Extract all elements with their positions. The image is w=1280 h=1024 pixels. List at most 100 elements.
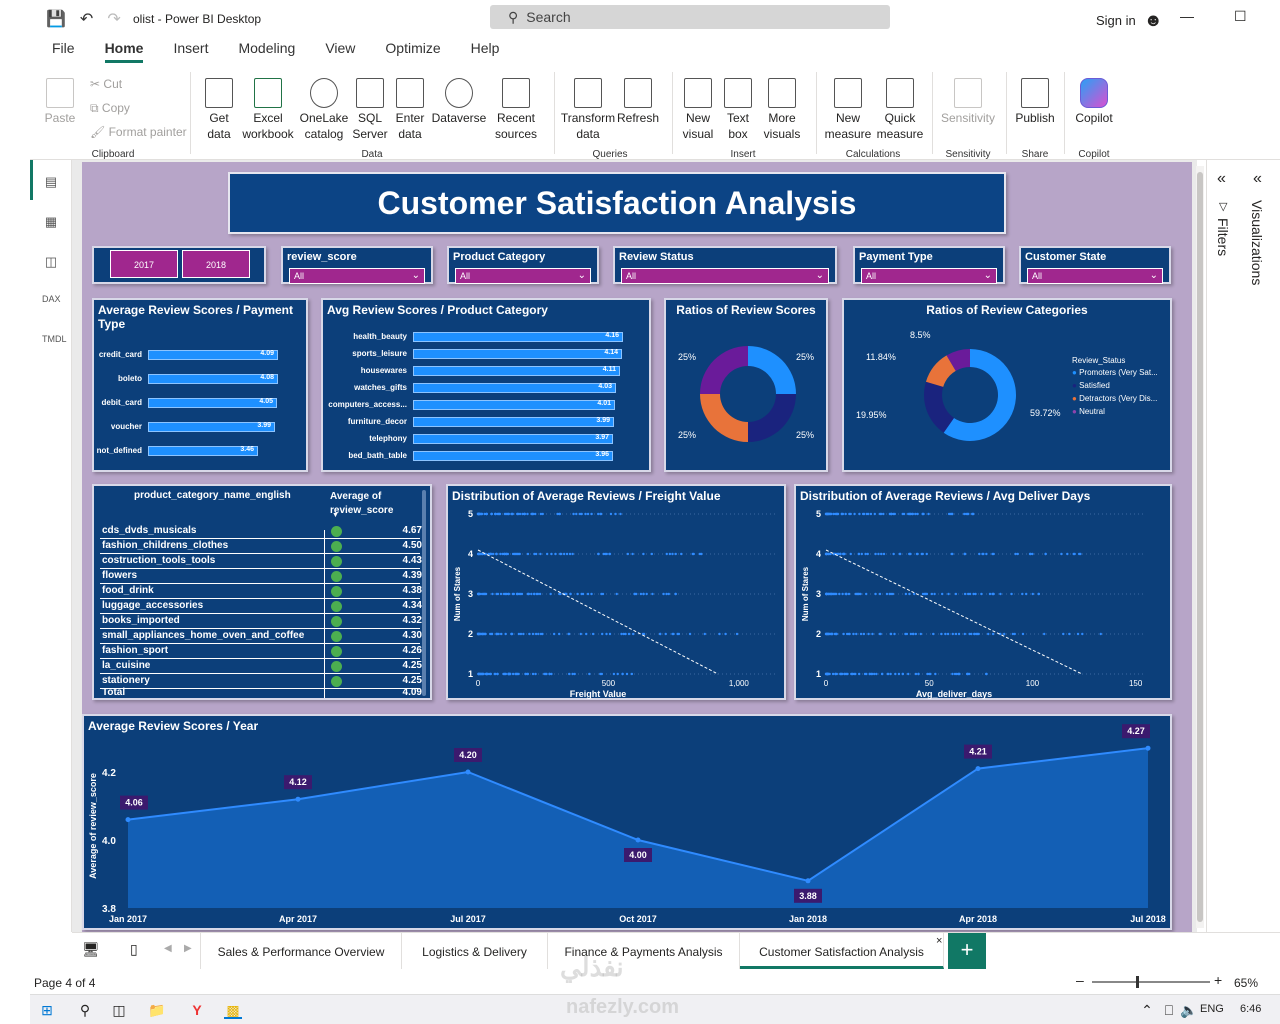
scatter-point[interactable] [609,512,613,516]
scatter-point[interactable] [991,552,994,556]
scatter-point[interactable] [947,592,950,596]
scatter-point[interactable] [490,512,494,516]
scatter-point[interactable] [495,632,498,636]
undo-icon[interactable]: ↶ [80,9,93,29]
scatter-point[interactable] [691,552,694,556]
scatter-point[interactable] [860,552,863,556]
table-row[interactable]: luggage_accessories 4.34 [100,599,422,614]
copy-button[interactable]: ⧉ Copy [90,100,130,116]
scatter-point[interactable] [901,672,905,676]
scatter-point[interactable] [599,512,603,516]
scatter-point[interactable] [940,632,943,636]
scatter-point[interactable] [493,672,496,676]
bar[interactable]: 4.16 [413,332,623,342]
scatter-point[interactable] [597,552,600,556]
scatter-point[interactable] [925,552,928,556]
dax-view-icon[interactable]: DAX [42,294,61,310]
language-indicator[interactable]: ENG [1200,1003,1224,1015]
scatter-point[interactable] [585,632,588,636]
legend-item[interactable]: ● Neutral [1072,407,1158,416]
scatter-point[interactable] [1068,632,1071,636]
tab-sales[interactable]: Sales & Performance Overview [200,933,402,969]
scatter-point[interactable] [966,592,970,596]
enter-data-button[interactable]: Enter data [392,78,428,142]
paste-button[interactable]: Paste [42,78,78,126]
model-view-icon[interactable]: ◫ [42,254,60,270]
scatter-point[interactable] [908,592,911,596]
scatter-point[interactable] [478,552,481,556]
scatter-point[interactable] [881,672,884,676]
scatter-point[interactable] [575,512,578,516]
table-row[interactable]: la_cuisine 4.25 [100,659,422,674]
task-view-icon[interactable]: ◫ [110,1001,128,1019]
scatter-point[interactable] [880,552,883,556]
scatter-point[interactable] [886,672,890,676]
scatter-point[interactable] [957,672,961,676]
data-point[interactable] [975,766,981,772]
scatter-point[interactable] [844,512,847,516]
scatter-point[interactable] [554,552,557,556]
menu-view[interactable]: View [325,40,355,63]
scatter-point[interactable] [889,672,892,676]
slicer-payment-type[interactable]: Payment Type All ⌄ [853,246,1005,284]
scatter-point[interactable] [1099,632,1102,636]
scatter-point[interactable] [878,632,882,636]
table-scrollbar[interactable] [422,490,426,696]
bar[interactable]: 3.46 [148,446,258,456]
scatter-point[interactable] [927,512,930,516]
scatter-point[interactable] [565,552,569,556]
publish-button[interactable]: Publish [1012,78,1058,126]
scatter-point[interactable] [950,512,954,516]
scatter-point[interactable] [857,552,861,556]
scatter-point[interactable] [848,512,851,516]
scatter-point[interactable] [503,672,507,676]
scatter-point[interactable] [605,632,608,636]
donut-slice[interactable] [748,394,796,442]
scatter-point[interactable] [1076,632,1080,636]
scatter-point[interactable] [531,512,534,516]
scatter-point[interactable] [827,672,830,676]
windows-start-icon[interactable]: ⊞ [38,1001,56,1019]
scatter-point[interactable] [562,552,566,556]
scatter-point[interactable] [569,592,572,596]
scatter-point[interactable] [916,512,919,516]
scatter-point[interactable] [571,672,574,676]
maximize-icon[interactable]: ☐ [1234,8,1247,25]
scatter-point[interactable] [955,672,958,676]
scatter-point[interactable] [584,512,587,516]
scatter-point[interactable] [639,592,643,596]
scatter-point[interactable] [940,592,944,596]
scatter-point[interactable] [558,512,561,516]
scatter-point[interactable] [944,632,947,636]
scatter-point[interactable] [718,632,721,636]
close-tab-icon[interactable]: × [936,935,942,947]
redo-icon[interactable]: ↷ [107,9,120,29]
scatter-point[interactable] [549,592,552,596]
scatter-point[interactable] [864,552,867,556]
scatter-point[interactable] [870,672,873,676]
year-button-2018[interactable]: 2018 [182,250,250,278]
product-category-bar-chart[interactable]: Avg Review Scores / Product Category hea… [321,298,651,472]
scatter-point[interactable] [1028,552,1032,556]
scatter-point[interactable] [951,552,954,556]
table-header-category[interactable]: product_category_name_english [134,490,291,501]
scatter-point[interactable] [835,632,838,636]
scatter-point[interactable] [954,632,958,636]
legend-item[interactable]: ● Detractors (Very Dis... [1072,394,1158,403]
slicer-customer-state[interactable]: Customer State All ⌄ [1019,246,1171,284]
scatter-point[interactable] [934,672,937,676]
scatter-point[interactable] [526,552,530,556]
year-button-2017[interactable]: 2017 [110,250,178,278]
table-row[interactable]: books_imported 4.32 [100,614,422,629]
excel-workbook-button[interactable]: Excel workbook [240,78,296,142]
scatter-point[interactable] [987,632,990,636]
scatter-point[interactable] [633,592,637,596]
menu-optimize[interactable]: Optimize [385,40,440,63]
scatter-point[interactable] [865,512,869,516]
scatter-point[interactable] [984,672,988,676]
bar[interactable]: 4.05 [148,398,277,408]
scatter-point[interactable] [568,672,571,676]
table-row[interactable]: food_drink 4.38 [100,584,422,599]
scatter-point[interactable] [631,632,635,636]
scatter-point[interactable] [926,672,929,676]
